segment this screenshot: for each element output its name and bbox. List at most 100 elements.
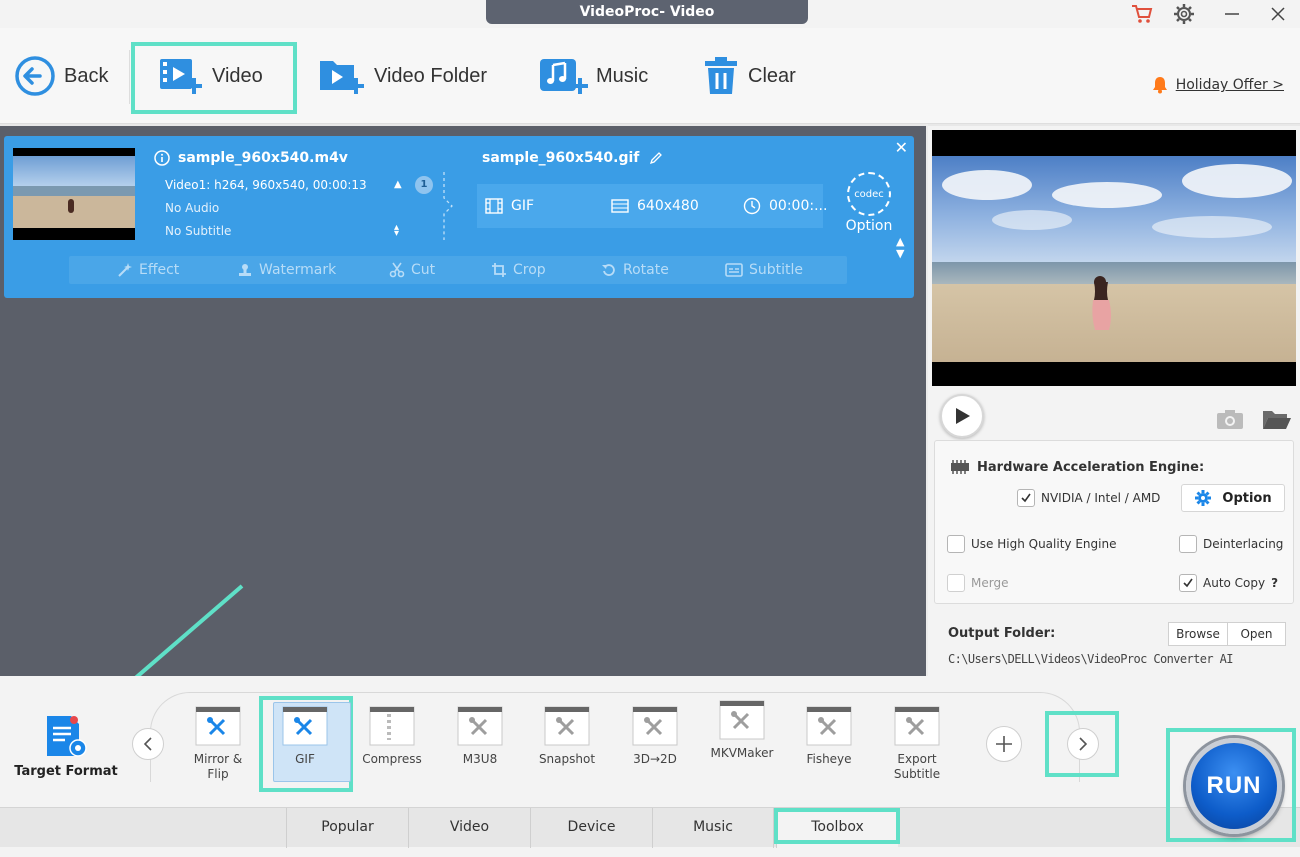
output-format-box[interactable]: GIF 640x480 00:00:...	[477, 184, 827, 228]
output-folder-label: Output Folder:	[948, 626, 1056, 641]
toolbox-file-icon	[894, 706, 940, 746]
chip-icon	[951, 460, 969, 474]
subtitle-icon	[725, 263, 743, 277]
gear-icon	[1195, 490, 1212, 506]
toolbox-tab-highlight	[774, 808, 900, 844]
zip-file-icon	[369, 706, 415, 746]
subtitle-track-info[interactable]: No Subtitle	[165, 224, 231, 238]
output-file-name[interactable]: sample_960x540.gif	[482, 150, 663, 166]
video-folder-icon	[320, 61, 364, 94]
target-format-icon	[41, 714, 91, 760]
open-button[interactable]: Open	[1228, 622, 1286, 646]
help-icon[interactable]: ?	[1271, 576, 1278, 590]
rename-pencil-icon[interactable]	[649, 151, 663, 165]
format-item-gif[interactable]: GIF	[265, 702, 351, 782]
music-label: Music	[596, 64, 649, 87]
close-task-icon[interactable]: ✕	[895, 138, 908, 157]
subtitle-dropdown-icon[interactable]: ▴ ▾	[394, 223, 399, 239]
close-window-button[interactable]	[1264, 2, 1292, 26]
codec-option-label: Option	[845, 218, 893, 234]
trash-icon	[705, 57, 737, 94]
hardware-title: Hardware Acceleration Engine:	[949, 459, 1204, 475]
watermark-button[interactable]: Watermark	[237, 256, 336, 284]
toolbox-file-icon	[806, 706, 852, 746]
task-item[interactable]: sample_960x540.m4v Video1: h264, 960x540…	[4, 136, 914, 298]
play-button[interactable]	[940, 394, 984, 438]
format-item-mirror-flip[interactable]: Mirror & Flip	[178, 706, 258, 782]
rotate-icon	[602, 264, 615, 276]
magic-wand-icon	[118, 263, 132, 277]
format-item-compress[interactable]: Compress	[352, 706, 432, 767]
tab-device[interactable]: Device	[530, 808, 652, 848]
add-video-folder-button[interactable]: Video Folder	[318, 28, 487, 124]
crop-button[interactable]: Crop	[491, 256, 546, 284]
format-item-3d-to-2d[interactable]: 3D→2D	[615, 706, 695, 767]
scroll-right-button[interactable]	[1067, 728, 1099, 760]
convert-arrow-icon	[443, 172, 453, 240]
codec-option-button[interactable]: codec Option	[842, 172, 896, 234]
camera-icon[interactable]	[1216, 408, 1244, 434]
plus-icon	[996, 736, 1012, 752]
music-add-icon	[540, 59, 588, 94]
minimize-button[interactable]	[1218, 2, 1246, 26]
format-item-m3u8[interactable]: M3U8	[440, 706, 520, 767]
target-format-button[interactable]: Target Format	[14, 714, 118, 779]
window-title: VideoProc- Video	[486, 0, 808, 24]
high-quality-engine-checkbox[interactable]: Use High Quality Engine	[947, 535, 1116, 553]
chevron-left-icon	[143, 737, 152, 751]
add-music-button[interactable]: Music	[538, 28, 648, 124]
output-folder-path[interactable]: C:\Users\DELL\Videos\VideoProc Converter…	[948, 652, 1233, 666]
holiday-offer-link[interactable]: Holiday Offer >	[1152, 76, 1284, 94]
browse-button[interactable]: Browse	[1168, 622, 1228, 646]
subtitle-button[interactable]: Subtitle	[725, 256, 803, 284]
format-item-snapshot[interactable]: Snapshot	[527, 706, 607, 767]
title-bar: VideoProc- Video	[0, 0, 1300, 28]
add-format-button[interactable]	[986, 726, 1022, 762]
back-arrow-icon	[15, 56, 55, 96]
add-video-button[interactable]: Video	[158, 28, 263, 124]
toolbox-file-icon	[282, 706, 328, 746]
settings-gear-icon[interactable]	[1170, 2, 1198, 26]
format-category-tabs: Popular Video Device Music Toolbox	[0, 807, 1300, 848]
open-folder-icon[interactable]	[1262, 408, 1292, 434]
resolution-icon	[611, 199, 629, 213]
film-icon	[485, 198, 503, 214]
video-preview[interactable]	[932, 130, 1296, 386]
cart-icon[interactable]	[1128, 2, 1156, 26]
format-bar: Target Format Mirror & Flip GIF Compress…	[0, 676, 1300, 857]
tab-music[interactable]: Music	[652, 808, 774, 848]
tab-popular[interactable]: Popular	[286, 808, 408, 848]
toolbox-file-icon	[457, 706, 503, 746]
back-label: Back	[64, 64, 109, 87]
clock-icon	[743, 197, 761, 215]
clear-label: Clear	[748, 64, 796, 87]
video-track-dropdown-icon[interactable]: ▲	[394, 179, 402, 190]
nvidia-checkbox[interactable]: NVIDIA / Intel / AMD	[1017, 489, 1160, 507]
hardware-option-button[interactable]: Option	[1181, 484, 1285, 512]
audio-track-info[interactable]: No Audio	[165, 201, 219, 215]
info-icon[interactable]	[154, 150, 170, 166]
cut-button[interactable]: Cut	[389, 256, 435, 284]
run-area: RUN	[1166, 728, 1296, 842]
merge-checkbox[interactable]: Merge	[947, 574, 1008, 592]
tab-video[interactable]: Video	[408, 808, 530, 848]
deinterlacing-checkbox[interactable]: Deinterlacing	[1179, 535, 1283, 553]
format-item-fisheye[interactable]: Fisheye	[789, 706, 869, 767]
video-thumbnail[interactable]	[13, 148, 135, 240]
back-button[interactable]: Back	[14, 28, 108, 124]
rotate-button[interactable]: Rotate	[601, 256, 669, 284]
video-track-info[interactable]: Video1: h264, 960x540, 00:00:13	[165, 178, 367, 192]
format-item-mkvmaker[interactable]: MKVMaker	[702, 700, 782, 761]
checkbox-checked-icon	[1179, 574, 1197, 592]
toolbox-file-icon	[632, 706, 678, 746]
reorder-arrows-icon[interactable]: ▲ ▼	[896, 236, 904, 260]
format-item-export-subtitle[interactable]: Export Subtitle	[877, 706, 957, 782]
run-button[interactable]: RUN	[1186, 738, 1282, 834]
scissors-icon	[389, 262, 405, 278]
chevron-right-icon	[1079, 737, 1088, 751]
auto-copy-checkbox[interactable]: Auto Copy ?	[1179, 574, 1278, 592]
scroll-left-button[interactable]	[132, 728, 164, 760]
effect-button[interactable]: Effect	[117, 256, 179, 284]
edit-toolbar: Effect Watermark Cut Crop Rotate Subtitl…	[69, 256, 847, 284]
clear-button[interactable]: Clear	[702, 28, 796, 124]
